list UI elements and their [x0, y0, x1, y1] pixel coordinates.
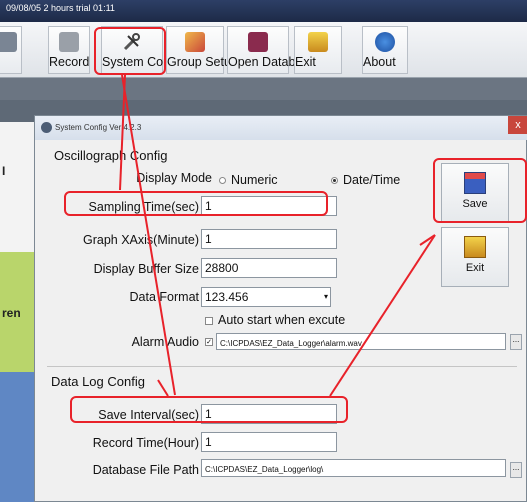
arrowhead-save-interval: [157, 379, 169, 397]
arrow-config-to-save-interval: [121, 74, 176, 396]
arrow-to-save-button: [329, 234, 436, 397]
annotation-arrows: [119, 74, 436, 397]
